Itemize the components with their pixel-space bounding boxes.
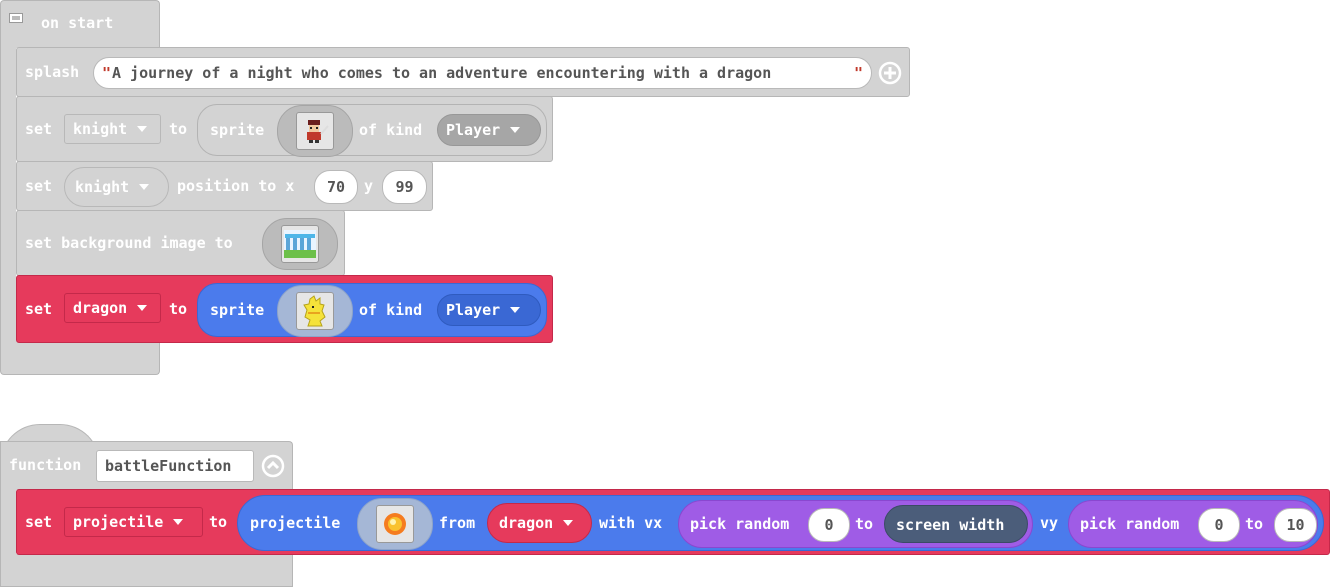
function-footer [0, 554, 293, 587]
from-label: from [439, 514, 476, 532]
function-name: battleFunction [105, 457, 232, 475]
projectile-variable-dropdown[interactable]: projectile [64, 507, 203, 537]
splash-text: A journey of a night who comes to an adv… [112, 64, 772, 82]
function-name-input[interactable]: battleFunction [96, 450, 254, 482]
chevron-down-icon [173, 519, 184, 525]
vy-label: vy [1040, 514, 1059, 532]
kind-value: Player [446, 121, 501, 139]
set-label: set [25, 513, 53, 531]
on-start-footer [0, 341, 160, 375]
screen-width-label: screen width [896, 516, 1005, 534]
of-kind-label: of kind [359, 121, 423, 139]
chevron-down-icon [139, 184, 150, 190]
sprite-image-picker[interactable] [277, 285, 353, 337]
to-label: to [855, 515, 874, 533]
splash-block[interactable]: splash " A journey of a night who comes … [16, 47, 910, 97]
dragon-variable-dropdown[interactable]: dragon [64, 293, 161, 323]
on-start-label: on start [41, 14, 114, 32]
chevron-down-icon [510, 127, 521, 133]
knight-variable-dropdown[interactable]: knight [64, 167, 169, 207]
chevron-down-icon [563, 520, 574, 526]
on-start-spine [0, 47, 16, 342]
chevron-down-icon [137, 126, 148, 132]
projectile-create-block[interactable]: projectile from dragon with vx pick rand… [237, 495, 1324, 551]
x-value: 70 [326, 178, 346, 196]
y-value: 99 [395, 178, 414, 196]
from-sprite-dropdown[interactable]: dragon [487, 503, 592, 543]
variable-name: projectile [73, 513, 164, 531]
to-label: to [169, 120, 188, 138]
set-dragon-block[interactable]: set dragon to sprite of kind Player [16, 275, 553, 343]
collapse-icon[interactable] [261, 454, 285, 478]
pick-random-label: pick random [690, 515, 790, 533]
sprite-label: sprite [210, 301, 265, 319]
vy-max: 10 [1286, 516, 1305, 534]
vy-pick-random-block[interactable]: pick random 0 to 10 [1068, 500, 1318, 548]
variable-name: knight [73, 120, 128, 138]
screen-width-block[interactable]: screen width [884, 505, 1028, 543]
projectile-label: projectile [250, 514, 341, 532]
to-label: to [209, 513, 228, 531]
function-spine [0, 489, 16, 555]
set-knight-block[interactable]: set knight to sprite of kind Player [16, 96, 553, 162]
background-image-picker[interactable] [262, 218, 338, 270]
y-label: y [364, 177, 374, 195]
set-label: set [25, 300, 53, 318]
on-start-hat[interactable]: on start [0, 0, 160, 48]
set-label: set [25, 177, 53, 195]
from-variable: dragon [499, 514, 554, 532]
vy-min: 0 [1214, 516, 1224, 534]
fireball-icon [376, 505, 414, 543]
vy-min-input[interactable]: 0 [1198, 508, 1240, 542]
knight-variable-dropdown[interactable]: knight [64, 114, 161, 144]
background-image-icon [281, 225, 319, 263]
splash-text-input[interactable]: " A journey of a night who comes to an a… [93, 57, 872, 89]
splash-label: splash [25, 63, 80, 81]
dragon-sprite-icon [296, 292, 334, 330]
sprite-create-block[interactable]: sprite of kind Player [197, 104, 547, 157]
vx-pick-random-block[interactable]: pick random 0 to screen width [678, 500, 1033, 548]
variable-name: knight [75, 178, 130, 196]
knight-sprite-icon [296, 112, 334, 150]
quote-close: " [854, 64, 864, 82]
add-parameter-icon[interactable] [878, 61, 902, 85]
comment-icon[interactable] [9, 13, 23, 25]
set-position-block[interactable]: set knight position to x 70 y 99 [16, 161, 433, 211]
kind-dropdown[interactable]: Player [437, 114, 541, 146]
kind-value: Player [446, 301, 501, 319]
sprite-create-block[interactable]: sprite of kind Player [197, 283, 547, 337]
of-kind-label: of kind [359, 301, 423, 319]
set-background-block[interactable]: set background image to [16, 210, 345, 276]
function-header[interactable]: function battleFunction [0, 441, 293, 490]
sprite-label: sprite [210, 121, 265, 139]
position-to-x-label: position to x [177, 177, 295, 195]
pick-random-label: pick random [1080, 515, 1180, 533]
projectile-image-picker[interactable] [357, 498, 433, 550]
kind-dropdown[interactable]: Player [437, 294, 541, 326]
x-value-input[interactable]: 70 [314, 170, 358, 204]
y-value-input[interactable]: 99 [382, 170, 427, 204]
set-label: set [25, 120, 53, 138]
function-label: function [9, 456, 82, 474]
with-vx-label: with vx [599, 514, 663, 532]
set-background-label: set background image to [25, 234, 233, 252]
chevron-down-icon [137, 305, 148, 311]
sprite-image-picker[interactable] [277, 105, 353, 157]
vx-min-input[interactable]: 0 [808, 508, 850, 542]
set-projectile-block[interactable]: set projectile to projectile from dragon [16, 489, 1330, 555]
vy-max-input[interactable]: 10 [1274, 508, 1317, 542]
chevron-down-icon [510, 307, 521, 313]
vx-min: 0 [824, 516, 834, 534]
to-label: to [1245, 515, 1264, 533]
variable-name: dragon [73, 299, 128, 317]
to-label: to [169, 300, 188, 318]
quote-open: " [102, 64, 112, 82]
